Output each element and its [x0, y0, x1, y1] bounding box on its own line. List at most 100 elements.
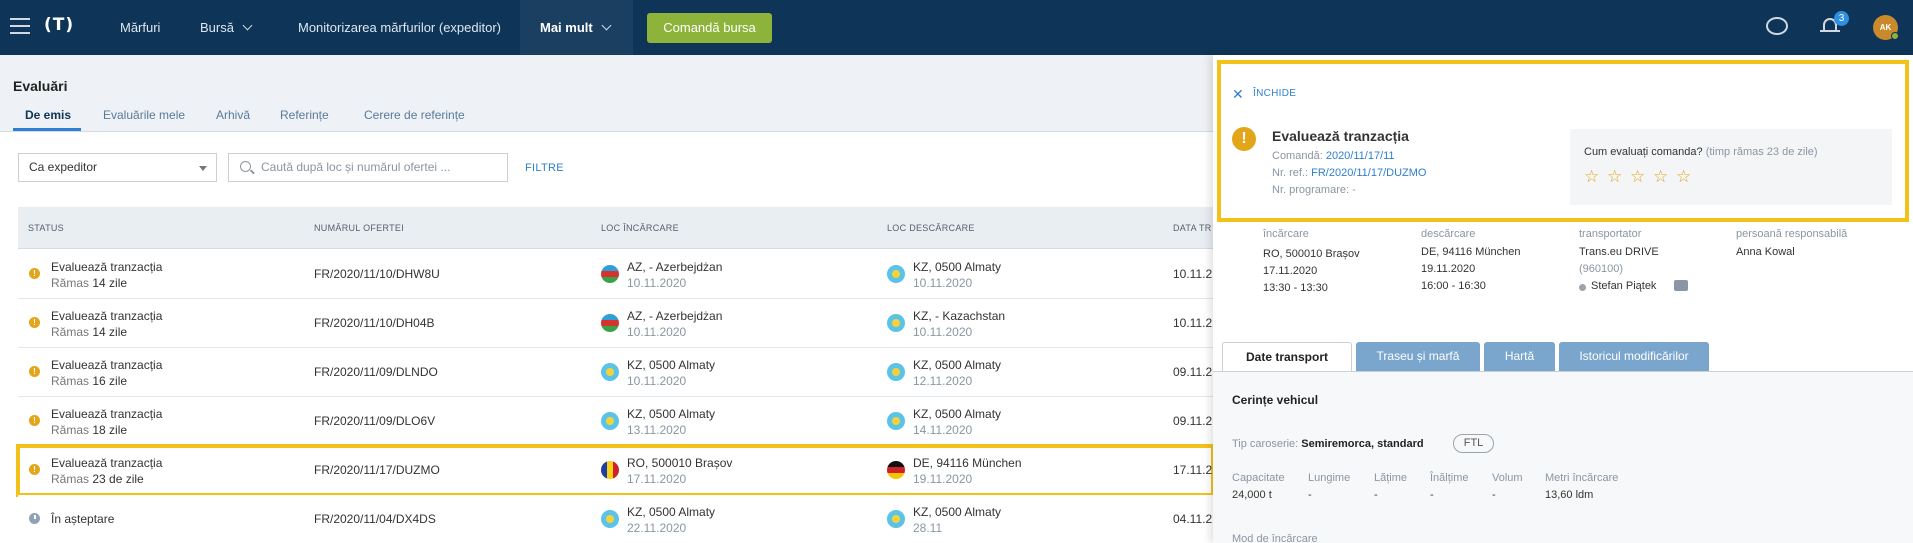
transport-date: 09.11.2 — [1173, 414, 1213, 428]
star-3-icon[interactable]: ☆ — [1630, 167, 1645, 187]
loading-place: RO, 500010 Brașov — [627, 456, 733, 470]
role-select-value: Ca expeditor — [29, 160, 98, 174]
loading-place: AZ, - Azerbejdżan — [627, 309, 723, 323]
column-header-loading-place[interactable]: LOC ÎNCĂRCARE — [601, 223, 679, 233]
loading-date: 10.11.2020 — [627, 276, 687, 290]
column-header-unloading-place[interactable]: LOC DESCĂRCARE — [887, 223, 975, 233]
close-icon[interactable]: ✕ — [1232, 86, 1244, 103]
column-header-offer-number[interactable]: NUMĂRUL OFERTEI — [314, 223, 404, 233]
order-link[interactable]: 2020/11/17/11 — [1326, 150, 1395, 162]
tab-referinte[interactable]: Referințe — [280, 108, 329, 122]
offer-number: FR/2020/11/17/DUZMO — [314, 463, 440, 477]
table-row[interactable]: ! Evaluează tranzacția Rămas 14 zile FR/… — [18, 299, 1213, 348]
hamburger-menu-icon[interactable] — [10, 18, 30, 34]
carrier-person: Stefan Piątek — [1591, 280, 1657, 292]
flag-kz-icon — [887, 363, 905, 381]
status-text: Evaluează tranzacția — [51, 309, 163, 323]
prog-label: Nr. programare: — [1272, 184, 1350, 196]
unloading-place: KZ, 0500 Almaty — [913, 358, 1002, 372]
tab-de-emis[interactable]: De emis — [25, 108, 71, 122]
star-5-icon[interactable]: ☆ — [1676, 167, 1691, 187]
star-1-icon[interactable]: ☆ — [1584, 167, 1599, 187]
nav-item-bursa[interactable]: Bursă — [200, 0, 253, 55]
tab-cerere-referinte[interactable]: Cerere de referințe — [364, 108, 465, 122]
search-icon — [240, 161, 251, 172]
loading-date: 13.11.2020 — [627, 423, 687, 437]
column-header-date[interactable]: DATA TR — [1173, 223, 1212, 233]
carrier-name: Trans.eu DRIVE — [1579, 246, 1659, 258]
order-exchange-button[interactable]: Comandă bursa — [647, 13, 772, 43]
status-text: Evaluează tranzacția — [51, 456, 163, 470]
filters-link[interactable]: FILTRE — [525, 162, 564, 174]
star-4-icon[interactable]: ☆ — [1653, 167, 1668, 187]
loading-date: 10.11.2020 — [627, 374, 687, 388]
loading-time: 13:30 - 13:30 — [1263, 282, 1328, 294]
offer-number: FR/2020/11/09/DLNDO — [314, 365, 438, 379]
width-value: - — [1374, 489, 1378, 501]
loading-place: KZ, 0500 Almaty — [627, 358, 716, 372]
loading-place: KZ, 0500 Almaty — [627, 407, 716, 421]
flag-ro-icon — [601, 461, 619, 479]
tab-harta[interactable]: Hartă — [1484, 342, 1555, 371]
loading-place: AZ, - Azerbejdżan — [627, 260, 723, 274]
notification-badge: 3 — [1834, 11, 1849, 26]
table-row[interactable]: ! Evaluează tranzacția Rămas 14 zile FR/… — [18, 250, 1213, 299]
status-text: Evaluează tranzacția — [51, 358, 163, 372]
offer-number: FR/2020/11/09/DLO6V — [314, 414, 436, 428]
role-select[interactable]: Ca expeditor — [18, 153, 217, 182]
status-text: Evaluează tranzacția — [51, 260, 163, 274]
loading-label: încărcare — [1263, 228, 1309, 240]
loading-date: 10.11.2020 — [627, 325, 687, 339]
programming-line: Nr. programare: - — [1272, 184, 1356, 196]
table-row[interactable]: ! Evaluează tranzacția Rămas 18 zile FR/… — [18, 397, 1213, 446]
transport-date: 04.11.2 — [1173, 512, 1213, 526]
ftl-badge: FTL — [1453, 434, 1494, 453]
tab-evaluarile-mele[interactable]: Evaluările mele — [103, 108, 185, 122]
loading-meters-value: 13,60 ldm — [1545, 489, 1594, 501]
order-line: Comandă: 2020/11/17/11 — [1272, 150, 1395, 162]
prog-value: - — [1352, 184, 1356, 196]
responsible-name: Anna Kowal — [1736, 246, 1795, 258]
tab-date-transport[interactable]: Date transport — [1222, 342, 1352, 372]
tab-traseu-marfa[interactable]: Traseu și marfă — [1356, 342, 1480, 371]
remaining-label: Rămas — [51, 374, 90, 388]
nav-item-more[interactable]: Mai mult — [520, 0, 633, 55]
loading-place: KZ, 0500 Almaty — [627, 505, 716, 519]
flag-az-icon — [601, 265, 619, 283]
warning-icon: ! — [29, 317, 40, 328]
flag-kz-icon — [887, 412, 905, 430]
table-row[interactable]: În așteptare FR/2020/11/04/DX4DS KZ, 050… — [18, 495, 1213, 543]
flag-kz-icon — [601, 363, 619, 381]
close-panel-button[interactable]: ÎNCHIDE — [1253, 88, 1296, 99]
remaining-time: Rămas 16 zile — [51, 374, 127, 388]
column-header-status[interactable]: STATUS — [28, 223, 64, 233]
tab-istoric[interactable]: Istoricul modificărilor — [1559, 342, 1709, 371]
transport-date: 10.11.2 — [1173, 267, 1213, 281]
body-type: Tip caroserie: Semiremorca, standard — [1232, 438, 1424, 450]
table-row-selected[interactable]: ! Evaluează tranzacția Rămas 23 de zile … — [16, 444, 1215, 497]
star-2-icon[interactable]: ☆ — [1607, 167, 1622, 187]
transport-date: 17.11.2 — [1173, 463, 1213, 477]
height-label: Înălțime — [1430, 472, 1469, 484]
tab-arhiva[interactable]: Arhivă — [216, 108, 250, 122]
table-row[interactable]: ! Evaluează tranzacția Rămas 16 zile FR/… — [18, 348, 1213, 397]
body-type-value: Semiremorca, standard — [1301, 438, 1424, 450]
unloading-date: 19.11.2020 — [1421, 263, 1476, 275]
ref-link[interactable]: FR/2020/11/17/DUZMO — [1311, 167, 1426, 179]
person-status-dot — [1579, 284, 1586, 291]
carrier-label: transportator — [1579, 228, 1642, 240]
nav-item-marfuri[interactable]: Mărfuri — [120, 0, 160, 55]
responsible-label: persoană responsabilă — [1736, 228, 1848, 240]
chat-icon[interactable] — [1766, 17, 1788, 35]
loading-date: 17.11.2020 — [627, 472, 687, 486]
remaining-label: Rămas — [51, 325, 90, 339]
logo[interactable]: (T) — [44, 15, 74, 39]
search-input[interactable]: Caută după loc și numărul ofertei ... — [228, 153, 508, 182]
status-text: Evaluează tranzacția — [51, 407, 163, 421]
body-type-label: Tip caroserie: — [1232, 438, 1299, 450]
volume-value: - — [1492, 489, 1496, 501]
nav-item-monitoring[interactable]: Monitorizarea mărfurilor (expeditor) — [298, 0, 501, 55]
chevron-down-icon — [242, 20, 253, 31]
order-label: Comandă: — [1272, 150, 1323, 162]
message-icon[interactable] — [1674, 280, 1688, 291]
